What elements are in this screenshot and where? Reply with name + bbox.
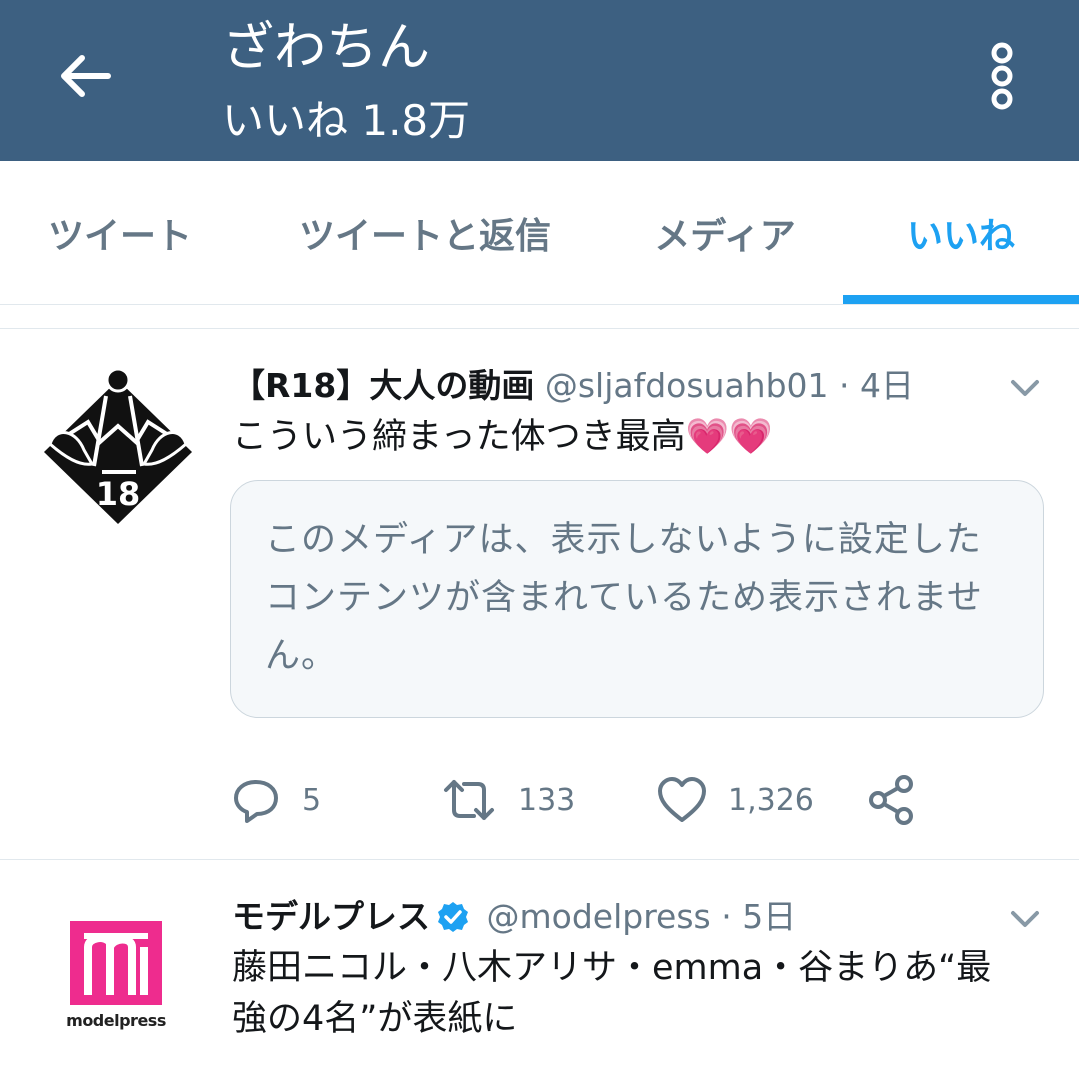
chevron-down-icon bbox=[1011, 911, 1039, 927]
reply-button[interactable]: 5 bbox=[230, 770, 321, 830]
reply-count: 5 bbox=[302, 782, 322, 818]
tab-tweets[interactable]: ツイート bbox=[0, 161, 240, 305]
avatar[interactable]: modelpress bbox=[60, 917, 172, 1037]
author-name[interactable]: 【R18】大人の動画 bbox=[232, 366, 534, 405]
share-icon bbox=[869, 775, 913, 825]
avatar[interactable]: 18 bbox=[36, 366, 200, 530]
share-button[interactable] bbox=[866, 770, 918, 830]
retweet-button[interactable]: 133 bbox=[440, 770, 575, 830]
tweet-header: モデルプレス @modelpress · 5日 bbox=[232, 895, 796, 939]
tweet-text: 藤田ニコル・八木アリサ・emma・谷まりあ“最 強の4名”が表紙に bbox=[232, 943, 991, 1045]
tweet-time: 4日 bbox=[860, 366, 915, 405]
chevron-down-icon bbox=[1011, 380, 1039, 396]
reply-bubble-icon bbox=[234, 780, 278, 823]
tweet-card[interactable]: modelpress モデルプレス @modelpress · 5日 藤田ニコル… bbox=[0, 861, 1079, 1080]
author-name[interactable]: モデルプレス bbox=[232, 897, 430, 936]
hidden-media-box[interactable]: このメディアは、表示しないように設定したコンテンツが含まれているため表示されませ… bbox=[230, 480, 1044, 718]
author-handle[interactable]: @modelpress bbox=[487, 897, 711, 936]
profile-name-title: ざわちん bbox=[222, 18, 431, 78]
verified-badge-icon bbox=[438, 902, 468, 932]
tweet-text: こういう締まった体つき最高💗💗 bbox=[232, 417, 773, 457]
tab-media[interactable]: メディア bbox=[610, 161, 840, 305]
tweet-menu-button[interactable] bbox=[1007, 901, 1043, 937]
like-button[interactable]: 1,326 bbox=[656, 770, 814, 830]
overflow-menu-button[interactable] bbox=[972, 36, 1032, 116]
back-button[interactable] bbox=[40, 36, 128, 116]
heart-icon bbox=[658, 777, 706, 822]
tabs-divider bbox=[0, 305, 1079, 329]
retweet-count: 133 bbox=[518, 782, 576, 818]
arrow-left-icon bbox=[61, 55, 111, 97]
tweet-text-line: 強の4名”が表紙に bbox=[232, 999, 518, 1039]
tab-tweets-and-replies[interactable]: ツイートと返信 bbox=[240, 161, 610, 305]
modelpress-logo-icon bbox=[70, 921, 162, 1005]
tweet-time: 5日 bbox=[742, 897, 797, 936]
likes-count-subtitle: いいね 1.8万 bbox=[222, 96, 471, 145]
app-header: ざわちん いいね 1.8万 bbox=[0, 0, 1079, 161]
vertical-dots-icon bbox=[991, 42, 1013, 110]
tweet-menu-button[interactable] bbox=[1007, 370, 1043, 406]
author-handle[interactable]: @sljafdosuahb01 bbox=[545, 366, 829, 405]
like-count: 1,326 bbox=[728, 782, 814, 818]
tweet-actions: 5 133 1,326 bbox=[230, 770, 930, 830]
avatar-r18-label: 18 bbox=[95, 475, 141, 513]
tweet-text-line: 藤田ニコル・八木アリサ・emma・谷まりあ“最 bbox=[232, 948, 992, 988]
profile-tabs: ツイート ツイートと返信 メディア いいね bbox=[0, 161, 1079, 305]
retweet-icon bbox=[444, 780, 494, 820]
active-tab-indicator bbox=[843, 295, 1079, 304]
tweet-header: 【R18】大人の動画 @sljafdosuahb01 · 4日 bbox=[232, 364, 914, 408]
modelpress-wordmark: modelpress bbox=[66, 1011, 166, 1030]
separator-dot: · bbox=[721, 897, 732, 936]
tab-likes[interactable]: いいね bbox=[843, 161, 1079, 305]
separator-dot: · bbox=[839, 366, 850, 405]
sensitive-media-notice: このメディアは、表示しないように設定したコンテンツが含まれているため表示されませ… bbox=[265, 520, 983, 676]
tweet-card[interactable]: 18 【R18】大人の動画 @sljafdosuahb01 · 4日 こういう締… bbox=[0, 330, 1079, 860]
